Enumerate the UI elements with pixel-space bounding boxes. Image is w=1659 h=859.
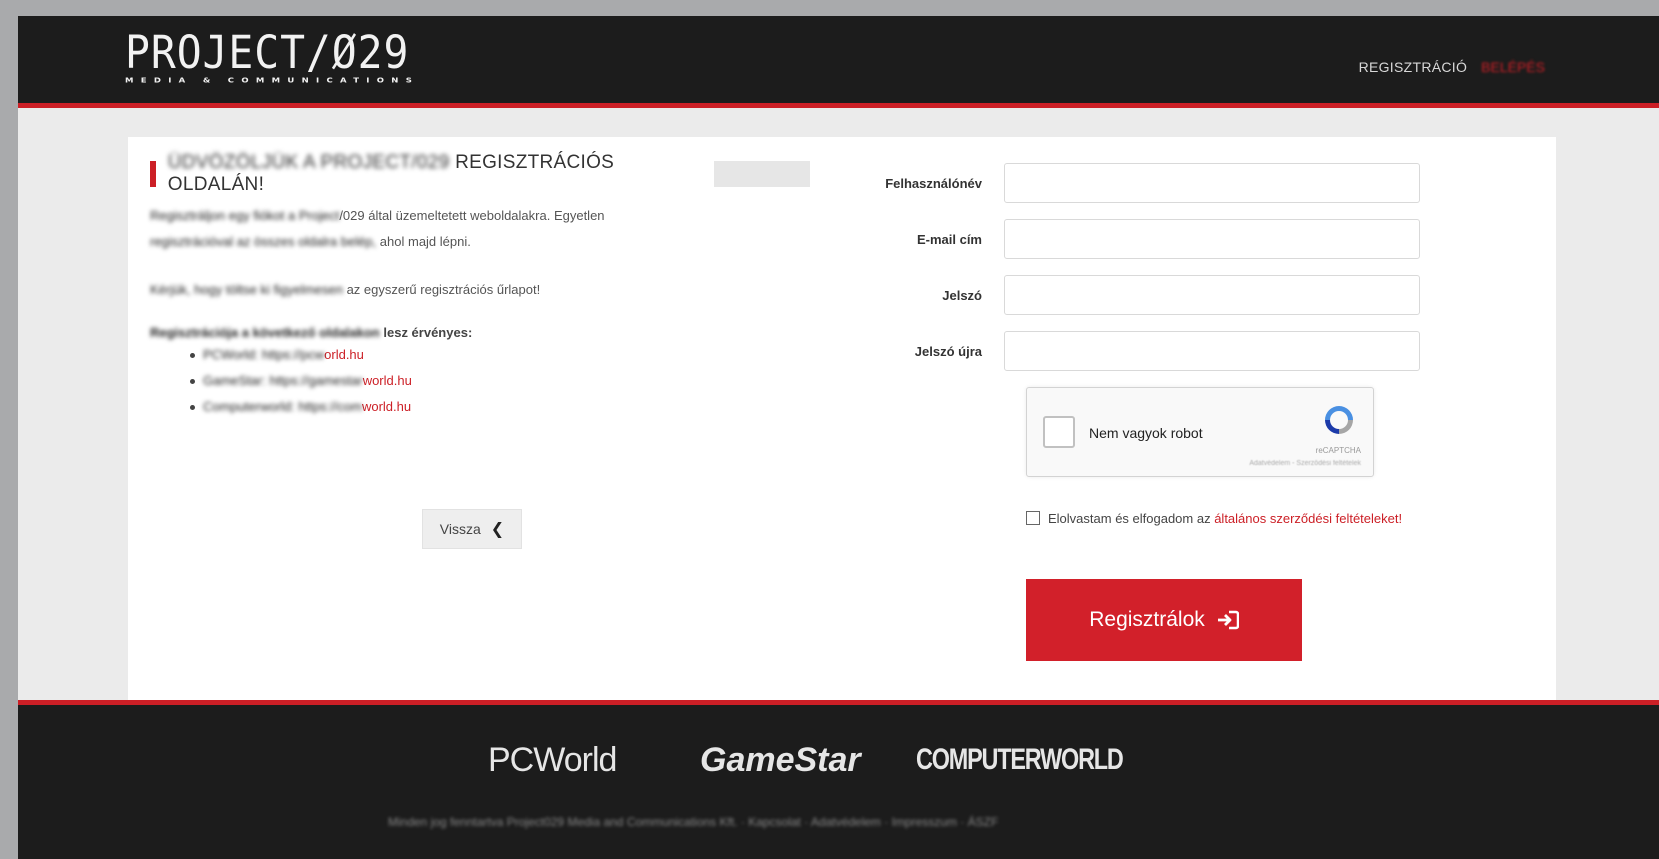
- intro-visible-2: ahol majd lépni.: [379, 234, 471, 249]
- project029-logo[interactable]: PROJECT/Ø29 MEDIA & COMMUNICATIONS: [125, 26, 434, 86]
- list-title-blurred: Regisztrációja a következő oldalakon: [150, 325, 380, 340]
- recaptcha-widget: Nem vagyok robot reCAPTCHA Adatvédelem -…: [1026, 387, 1374, 477]
- hint-visible: az egyszerű regisztrációs űrlapot!: [346, 282, 541, 297]
- intro-blurred-1: Regisztráljon egy fiókot a Project: [150, 208, 340, 223]
- sites-list-title: Regisztrációja a következő oldalakon les…: [150, 325, 810, 340]
- terms-link[interactable]: általános szerződési feltételeket!: [1214, 511, 1402, 526]
- bullet-icon: [190, 405, 195, 411]
- email-input[interactable]: [1004, 219, 1420, 259]
- password-again-input[interactable]: [1004, 331, 1420, 371]
- logo-sub-text: MEDIA & COMMUNICATIONS: [125, 77, 420, 85]
- recaptcha-logo-icon: [1325, 406, 1353, 434]
- registration-card: ÜDVÖZÖLJÜK A PROJECT/029 REGISZTRÁCIÓS O…: [128, 137, 1556, 717]
- terms-agreement: Elolvastam és elfogadom az általános sze…: [1026, 507, 1426, 531]
- footer-links[interactable]: Minden jog fenntartva Project029 Media a…: [388, 815, 998, 829]
- gamestar-logo[interactable]: GameStar: [700, 741, 861, 780]
- back-button[interactable]: Vissza ❮: [422, 509, 522, 549]
- recaptcha-label: Nem vagyok robot: [1089, 425, 1203, 441]
- site-link[interactable]: world.hu: [363, 373, 412, 388]
- site-link[interactable]: world.hu: [362, 399, 411, 414]
- bullet-icon: [190, 379, 195, 385]
- password-row: Jelszó: [868, 275, 1420, 315]
- site-blurred: PCWorld: https://pcw: [203, 347, 325, 362]
- recaptcha-brand: reCAPTCHA: [1315, 446, 1361, 455]
- username-input[interactable]: [1004, 163, 1420, 203]
- site-blurred: GameStar: https://gamestar: [203, 373, 363, 388]
- list-item: PCWorld: https://pcworld.hu: [190, 342, 810, 368]
- list-title-visible: lesz érvényes:: [383, 325, 473, 340]
- sign-in-icon: [1217, 610, 1239, 630]
- recaptcha-links[interactable]: Adatvédelem - Szerződési feltételek: [1249, 460, 1361, 467]
- intro-visible-1: /029 által üzemeltetett weboldalakra. Eg…: [339, 208, 605, 223]
- logo-main-text: PROJECT/Ø29: [125, 26, 410, 79]
- computerworld-logo[interactable]: COMPUTERWORLD: [916, 743, 1124, 777]
- password-label: Jelszó: [942, 287, 982, 303]
- recaptcha-checkbox[interactable]: [1043, 416, 1075, 448]
- password-again-label: Jelszó újra: [914, 343, 982, 359]
- brand-logos: PCWorld GameStar COMPUTERWORLD: [18, 741, 1659, 791]
- heading-redaction-box: [714, 161, 810, 187]
- password-input[interactable]: [1004, 275, 1420, 315]
- username-row: Felhasználónév: [868, 163, 1420, 203]
- terms-text: Elolvastam és elfogadom az: [1048, 511, 1215, 526]
- site-link[interactable]: orld.hu: [324, 347, 364, 362]
- heading-blurred-text: ÜDVÖZÖLJÜK A PROJECT/029: [167, 152, 456, 173]
- form-hint-paragraph: Kérjük, hogy töltse ki figyelmesen az eg…: [150, 277, 810, 303]
- register-button-label: Regisztrálok: [1089, 608, 1205, 631]
- page-heading: ÜDVÖZÖLJÜK A PROJECT/029 REGISZTRÁCIÓS O…: [150, 152, 810, 195]
- back-button-label: Vissza: [439, 521, 481, 537]
- pcworld-logo[interactable]: PCWorld: [488, 741, 617, 780]
- intro-blurred-2: regisztrációval az összes oldalra belép,: [150, 234, 377, 249]
- list-item: Computerworld: https://comworld.hu: [190, 394, 810, 420]
- site-blurred: Computerworld: https://com: [203, 399, 362, 414]
- heading-accent-bar: [150, 161, 156, 187]
- info-column: ÜDVÖZÖLJÜK A PROJECT/029 REGISZTRÁCIÓS O…: [150, 152, 810, 549]
- email-row: E-mail cím: [868, 219, 1420, 259]
- top-navbar: PROJECT/Ø29 MEDIA & COMMUNICATIONS REGIS…: [18, 16, 1659, 108]
- bullet-icon: [190, 353, 195, 359]
- list-item: GameStar: https://gamestarworld.hu: [190, 368, 810, 394]
- hint-blurred: Kérjük, hogy töltse ki figyelmesen: [150, 282, 343, 297]
- email-label: E-mail cím: [916, 231, 982, 247]
- footer: PCWorld GameStar COMPUTERWORLD Minden jo…: [18, 700, 1659, 859]
- intro-paragraph: Regisztráljon egy fiókot a Project/029 á…: [150, 203, 810, 255]
- nav-register-link[interactable]: REGISZTRÁCIÓ: [1359, 59, 1468, 75]
- sites-list: PCWorld: https://pcworld.hu GameStar: ht…: [190, 342, 810, 420]
- username-label: Felhasználónév: [885, 175, 982, 191]
- password-again-row: Jelszó újra: [868, 331, 1420, 371]
- top-nav: REGISZTRÁCIÓ BELÉPÉS: [1359, 59, 1545, 75]
- terms-checkbox[interactable]: [1026, 511, 1040, 525]
- register-submit-button[interactable]: Regisztrálok: [1026, 579, 1302, 661]
- chevron-left-icon: ❮: [490, 521, 505, 538]
- page-frame: PROJECT/Ø29 MEDIA & COMMUNICATIONS REGIS…: [18, 16, 1659, 859]
- nav-login-link[interactable]: BELÉPÉS: [1481, 59, 1545, 75]
